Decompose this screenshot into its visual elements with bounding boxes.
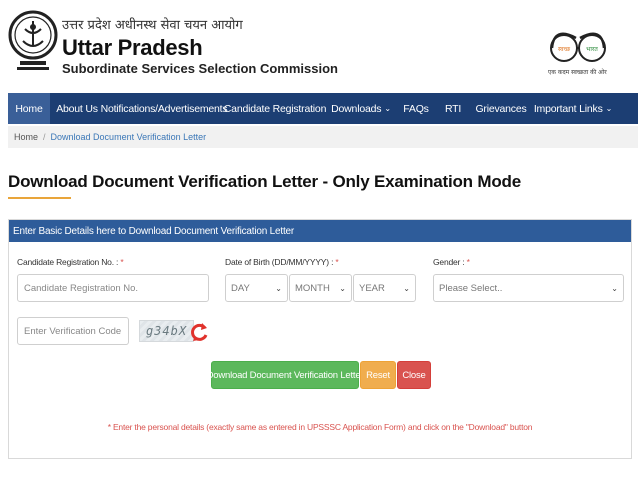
header-title: Uttar Pradesh [62,35,203,60]
form-card: Enter Basic Details here to Download Doc… [8,219,632,459]
main-nav: Home About Us Notifications/Advertisemen… [8,93,638,124]
dob-day-select[interactable]: DAY ⌄ [225,274,288,302]
reset-button[interactable]: Reset [360,361,396,389]
nav-item-notifications[interactable]: Notifications/Advertisements [101,93,228,124]
page-title: Download Document Verification Letter - … [8,172,521,191]
form-card-header: Enter Basic Details here to Download Doc… [9,220,631,242]
nav-item-candidate-registration[interactable]: Candidate Registration [224,93,327,124]
swachh-tagline: एक कदम स्वच्छता की ओर [548,69,607,76]
header-title-hindi: उत्तर प्रदेश अधीनस्थ सेवा चयन आयोग [62,18,243,33]
breadcrumb-current[interactable]: Download Document Verification Letter [51,132,207,142]
site-header: उत्तर प्रदेश अधीनस्थ सेवा चयन आयोग Uttar… [0,0,640,93]
breadcrumb-home-link[interactable]: Home [14,132,38,142]
registration-label: Candidate Registration No. : * [17,257,124,267]
nav-item-grievances[interactable]: Grievances [470,93,532,124]
chevron-down-icon: ⌄ [339,283,346,293]
nav-item-about-us[interactable]: About Us [50,93,104,124]
required-mark: * [466,257,470,267]
chevron-down-icon: ⌄ [605,104,613,113]
required-mark: * [120,257,124,267]
chevron-down-icon: ⌄ [275,283,282,293]
dob-month-select[interactable]: MONTH ⌄ [289,274,352,302]
close-button[interactable]: Close [397,361,431,389]
dob-year-select[interactable]: YEAR ⌄ [353,274,416,302]
gender-select[interactable]: Please Select.. ⌄ [433,274,624,302]
gender-label: Gender : * [433,257,470,267]
instruction-note: * Enter the personal details (exactly sa… [107,422,533,432]
swachh-left-word: स्वच्छ [558,46,571,53]
refresh-icon[interactable] [190,320,210,344]
nav-item-important-links[interactable]: Important Links ⌄ [532,93,614,124]
dob-label: Date of Birth (DD/MM/YYYY) : * [225,257,339,267]
breadcrumb-separator: / [43,132,46,142]
nav-item-faqs[interactable]: FAQs [396,93,436,124]
chevron-down-icon: ⌄ [384,104,391,113]
nav-item-downloads[interactable]: Downloads ⌄ [326,93,396,124]
swachh-right-word: भारत [586,46,598,53]
breadcrumb: Home / Download Document Verification Le… [8,126,638,148]
chevron-down-icon: ⌄ [403,283,410,293]
required-mark: * [335,257,339,267]
chevron-down-icon: ⌄ [611,283,618,293]
title-underline [8,197,71,199]
download-letter-button[interactable]: Download Document Verification Letter [207,361,364,389]
captcha-image: g34bX [139,320,194,342]
nav-item-home[interactable]: Home [8,93,50,124]
registration-input[interactable]: Candidate Registration No. [17,274,209,302]
up-emblem-icon [8,10,58,70]
header-subtitle: Subordinate Services Selection Commissio… [62,61,338,76]
verification-code-input[interactable]: Enter Verification Code [17,317,129,345]
nav-item-rti[interactable]: RTI [436,93,470,124]
